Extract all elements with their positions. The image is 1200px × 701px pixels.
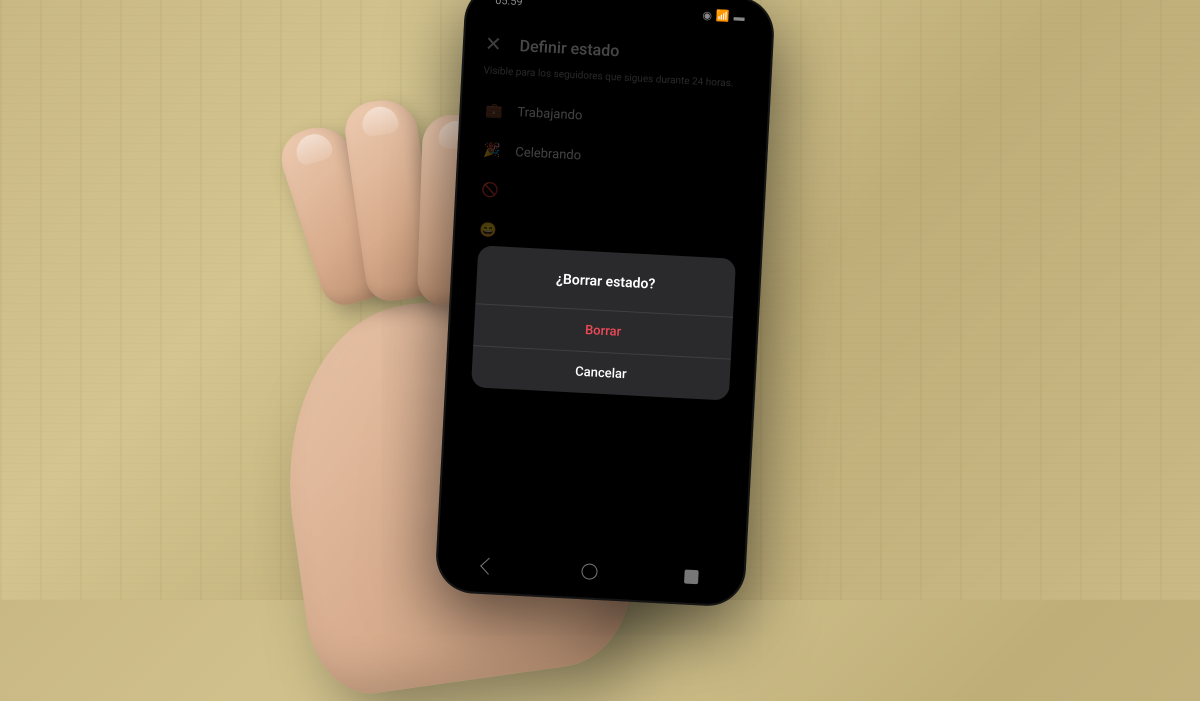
- briefcase-icon: 💼: [485, 103, 504, 120]
- back-button[interactable]: [480, 558, 497, 575]
- phone-device: 05:59 ◉ 📶 ▬ ✕ Definir estado Visible par…: [434, 0, 776, 608]
- confirm-dialog: ¿Borrar estado? Borrar Cancelar: [471, 245, 736, 400]
- recent-apps-button[interactable]: [684, 570, 699, 585]
- smile-icon: 😄: [479, 222, 498, 239]
- phone-screen: 05:59 ◉ 📶 ▬ ✕ Definir estado Visible par…: [438, 0, 771, 603]
- close-icon[interactable]: ✕: [484, 31, 502, 56]
- battery-icon: ▬: [733, 10, 745, 24]
- page-title: Definir estado: [519, 36, 620, 60]
- status-item[interactable]: 🚫: [476, 170, 744, 224]
- status-item[interactable]: 💼 Trabajando: [480, 90, 748, 144]
- status-icons: ◉ 📶 ▬: [702, 5, 745, 27]
- party-icon: 🎉: [483, 142, 502, 159]
- status-label: Celebrando: [515, 145, 582, 163]
- signal-icon: 📶: [716, 9, 730, 23]
- status-label: Trabajando: [517, 105, 583, 123]
- status-item[interactable]: 🎉 Celebrando: [478, 130, 746, 184]
- android-nav-bar: [439, 544, 743, 600]
- status-time: 05:59: [495, 0, 523, 15]
- page-subtitle: Visible para los seguidores que sigues d…: [483, 65, 749, 90]
- wifi-icon: ◉: [702, 8, 712, 21]
- home-button[interactable]: [581, 563, 598, 580]
- no-entry-icon: 🚫: [481, 182, 500, 199]
